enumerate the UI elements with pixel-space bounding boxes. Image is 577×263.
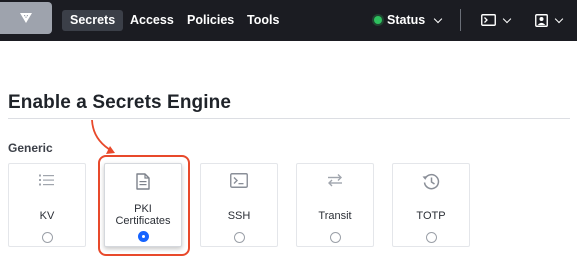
engine-radio[interactable]	[233, 232, 245, 243]
title-divider	[8, 118, 570, 119]
engine-radio[interactable]	[329, 232, 341, 243]
engine-group-label: Generic	[8, 141, 53, 155]
nav-secrets[interactable]: Secrets	[62, 10, 124, 31]
list-icon	[39, 174, 54, 186]
user-menu-button[interactable]	[535, 11, 564, 29]
engine-radio[interactable]	[41, 232, 53, 243]
chevron-down-icon	[502, 14, 512, 23]
page-title: Enable a Secrets Engine	[8, 92, 231, 113]
engine-label: TOTP	[416, 210, 446, 222]
engine-card-ssh[interactable]: SSH	[200, 163, 278, 247]
annotation-highlight-box	[98, 155, 190, 256]
history-icon	[422, 173, 440, 190]
user-icon	[535, 13, 548, 27]
console-toggle-button[interactable]	[481, 11, 512, 29]
chevron-down-icon	[433, 14, 443, 23]
swap-arrows-icon	[328, 174, 342, 187]
nav-tools[interactable]: Tools	[247, 10, 279, 31]
status-label: Status	[387, 13, 426, 27]
engine-label: Transit	[318, 210, 352, 222]
engine-card-totp[interactable]: TOTP	[392, 163, 470, 247]
nav-access[interactable]: Access	[130, 10, 174, 31]
vault-logo[interactable]	[0, 2, 52, 34]
top-navigation-bar: Secrets Access Policies Tools Status	[0, 0, 577, 41]
engine-label: SSH	[227, 210, 251, 222]
engine-card-kv[interactable]: KV	[8, 163, 86, 247]
engine-radio[interactable]	[425, 232, 437, 243]
toolbar-divider	[460, 9, 461, 31]
status-menu[interactable]: Status	[374, 10, 443, 30]
vault-triangle-icon	[20, 13, 32, 23]
chevron-down-icon	[554, 14, 564, 23]
terminal-icon	[481, 14, 496, 26]
nav-policies[interactable]: Policies	[187, 10, 234, 31]
terminal-icon	[230, 173, 248, 188]
status-ok-icon	[374, 16, 382, 24]
engine-label: KV	[39, 210, 55, 222]
engine-card-transit[interactable]: Transit	[296, 163, 374, 247]
